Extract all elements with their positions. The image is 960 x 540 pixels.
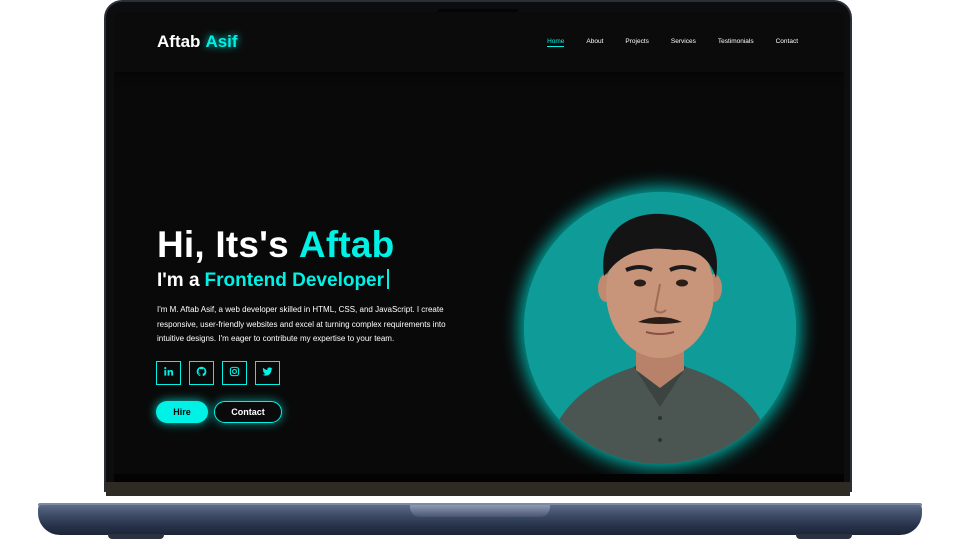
nav-links: Home About Projects Services Testimonial… — [525, 38, 798, 47]
hero-subtitle: I'm a Frontend Developer — [157, 269, 389, 292]
hero-role-prefix: I'm a — [157, 270, 200, 291]
nav-link-testimonials[interactable]: Testimonials — [718, 38, 754, 47]
hire-button[interactable]: Hire — [156, 401, 208, 423]
hero-name: Aftab — [298, 224, 395, 265]
hero-greeting: Hi, Its's — [157, 224, 289, 265]
site-logo[interactable]: Aftab Asif — [157, 32, 238, 52]
nav-link-about[interactable]: About — [586, 38, 603, 47]
github-icon — [196, 364, 207, 382]
contact-button[interactable]: Contact — [214, 401, 282, 423]
instagram-icon — [229, 364, 240, 382]
hero-title: Hi, Its's Aftab — [157, 224, 394, 266]
laptop-screen: Aftab Asif Home About Projects Services T… — [114, 12, 844, 482]
logo-last-name: Asif — [205, 32, 238, 51]
laptop-foot-right — [796, 534, 852, 539]
laptop-chin — [106, 482, 850, 496]
linkedin-icon — [163, 364, 174, 382]
hero-role: Frontend Developer — [204, 270, 385, 291]
typing-cursor — [387, 269, 389, 289]
nav-link-home[interactable]: Home — [547, 38, 565, 47]
twitter-link[interactable] — [255, 361, 280, 385]
profile-photo — [524, 192, 796, 464]
linkedin-link[interactable] — [156, 361, 181, 385]
github-link[interactable] — [189, 361, 214, 385]
twitter-icon — [262, 364, 273, 382]
instagram-link[interactable] — [222, 361, 247, 385]
nav-link-contact[interactable]: Contact — [776, 38, 798, 47]
nav-link-services[interactable]: Services — [671, 38, 696, 47]
social-links — [156, 361, 288, 385]
laptop-hinge-notch — [410, 505, 550, 517]
laptop-foot-left — [108, 534, 164, 539]
logo-first-name: Aftab — [157, 32, 201, 51]
profile-portrait-illustration — [524, 192, 796, 464]
hero-description: I'm M. Aftab Asif, a web developer skill… — [157, 305, 446, 343]
nav-link-projects[interactable]: Projects — [625, 38, 648, 47]
navbar: Aftab Asif Home About Projects Services T… — [114, 12, 844, 72]
screen-bottom-edge — [114, 474, 844, 482]
